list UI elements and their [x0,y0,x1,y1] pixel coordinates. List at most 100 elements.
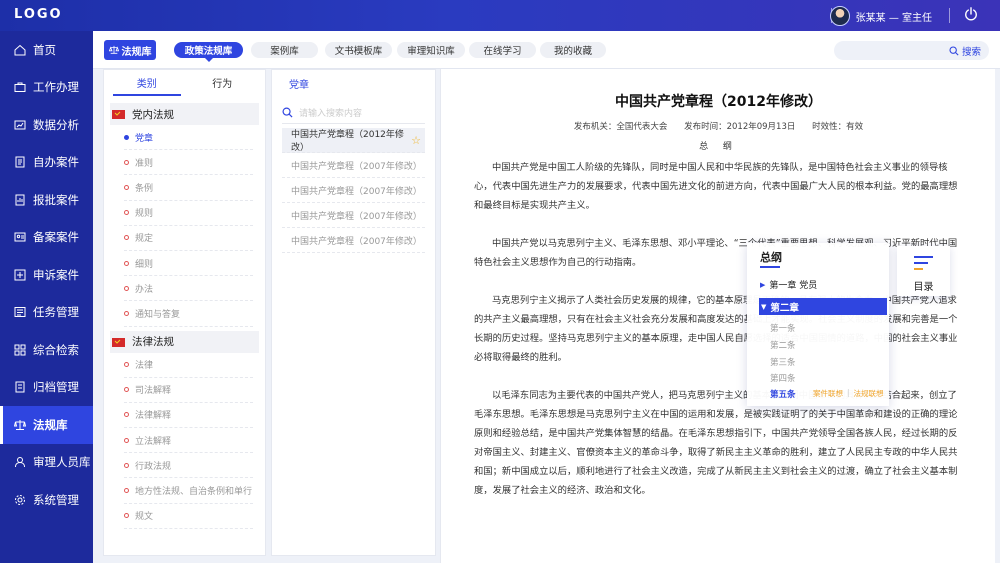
bullet-icon [124,235,129,241]
outline-article[interactable]: 第一条 [770,322,796,334]
power-icon[interactable] [964,7,978,21]
law-association-link[interactable]: 法规联想 [854,388,884,399]
caret-down-icon: ▼ [761,302,767,311]
category-item-label: 规定 [135,234,154,245]
library-button[interactable]: 法规库 [104,40,156,60]
sidebar-item[interactable]: 报批案件 [0,181,93,219]
list-item[interactable]: 中国共产党章程（2007年修改） [282,228,425,253]
search-input[interactable]: 搜索 [834,41,989,60]
outline-article[interactable]: 第三条 [770,356,796,368]
bullet-icon [124,134,129,140]
library-button-label: 法规库 [121,46,152,58]
sidebar-item[interactable]: 首页 [0,31,93,69]
category-item[interactable]: 法律 [124,353,253,378]
sidebar-item[interactable]: 自办案件 [0,144,93,182]
category-panel: 类别 行为 党内法规党章准则条例 规则规定细则 办法通知与答复法律法规法律司法解释法… [103,69,266,556]
tab-label: 在线学习 [483,46,522,57]
category-tabs: 类别 行为 [104,70,265,100]
scale-icon [108,45,119,54]
category-item[interactable]: 办法 [124,276,253,302]
tab-template-library[interactable]: 文书模板库 [325,42,392,58]
toc-icon [914,256,933,270]
toc-button[interactable]: 目录 [897,246,950,296]
user-name: 张某某 — 室主任 [855,12,932,24]
sidebar-item-label: 首页 [33,42,56,57]
tab-policy-library[interactable]: 政策法规库 [174,42,243,62]
list-item[interactable]: 中国共产党章程（2012年修改） ☆ [282,128,425,153]
category-item[interactable]: 立法解释 [124,428,253,454]
outline-chapter-1[interactable]: ▶ 第一章 党员 [760,278,818,292]
category-item-label: 准则 [135,158,154,169]
gear-icon [15,494,25,505]
sidebar-item[interactable]: 系统管理 [0,481,93,519]
sidebar-item[interactable]: 综合检索 [0,331,93,369]
list-item[interactable]: 中国共产党章程（2007年修改） [282,153,425,178]
tab-behavior[interactable]: 行为 [185,70,261,100]
user-profile[interactable]: 张某某 — 室主任 [829,6,932,26]
section-title: 总 纲 [699,142,738,152]
list-item-title: 中国共产党章程（2007年修改） [291,211,422,222]
outline-article[interactable]: 第四条 [770,372,796,384]
list-title: 党章 [289,80,309,91]
category-item-label: 司法解释 [135,386,172,397]
validity: 时效性：有效 [812,122,864,132]
favorite-star-icon[interactable]: ☆ [411,134,421,147]
sidebar-item[interactable]: 备案案件 [0,219,93,257]
category-item[interactable]: 党章 [124,125,253,151]
category-item[interactable]: 司法解释 [124,378,253,403]
tab-label: 文书模板库 [334,46,383,57]
tab-knowledge-library[interactable]: 审理知识库 [397,42,465,58]
category-item[interactable]: 地方性法规、自治条例和单行 [124,478,253,504]
document-list: 中国共产党章程（2012年修改） ☆ 中国共产党章程（2007年修改） 中国共产党章程… [272,128,435,253]
case-association-link[interactable]: 案件联想 [813,388,843,399]
search-label: 搜索 [961,46,981,58]
toc-label: 目录 [913,282,934,293]
avatar[interactable] [829,6,850,26]
list-search-input[interactable]: 请输入搜索内容 [282,102,425,124]
sidebar-item[interactable]: 审理人员库 [0,444,93,482]
category-group-title: 党内法规 [132,108,174,121]
category-group-title: 法律法规 [132,336,174,348]
list-item[interactable]: 中国共产党章程（2007年修改） [282,178,425,203]
category-item[interactable]: 行政法规 [124,453,253,479]
appeal-icon [14,269,26,281]
category-item-label: 规文 [135,512,154,523]
category-item[interactable]: 条例 [124,175,253,201]
sidebar-item-label: 审理人员库 [33,455,91,470]
bullet-icon [124,362,129,368]
sidebar-item[interactable]: 任务管理 [0,294,93,332]
sidebar-item[interactable]: 法规库 [0,406,93,444]
tab-favorites[interactable]: 我的收藏 [540,42,606,58]
sidebar-item[interactable]: 工作办理 [0,69,93,107]
tab-case-library[interactable]: 案例库 [251,42,318,58]
outline-article[interactable]: 第二条 [770,339,796,351]
tab-label: 政策法规库 [184,46,233,57]
archive-icon [15,381,25,393]
sidebar-item[interactable]: 数据分析 [0,106,93,144]
sidebar-item[interactable]: 归档管理 [0,369,93,407]
category-group-header[interactable]: 党内法规 [110,103,259,125]
bullet-icon [124,462,129,468]
category-item-label: 党章 [135,133,154,144]
category-item[interactable]: 规文 [124,504,253,529]
category-item[interactable]: 规定 [124,226,253,251]
tab-label: 审理知识库 [407,46,455,57]
category-item-label: 通知与答复 [135,309,181,320]
tab-category[interactable]: 类别 [109,70,185,100]
list-item[interactable]: 中国共产党章程（2007年修改） [282,203,425,228]
logo: LOGO [14,7,63,22]
sidebar-item-label: 综合检索 [33,342,79,357]
category-item[interactable]: 细则 [124,251,253,277]
category-item[interactable]: 规则 [124,201,253,226]
category-item[interactable]: 通知与答复 [124,301,253,327]
outline-chapter-2[interactable]: ▼ 第二章 [759,298,887,315]
sidebar-item[interactable]: 申诉案件 [0,256,93,294]
tab-online-learning[interactable]: 在线学习 [469,42,536,58]
category-item[interactable]: 法律解释 [124,403,253,429]
category-item[interactable]: 准则 [124,150,253,176]
home-icon [14,44,26,56]
chapter-label: 第一章 党员 [769,281,818,291]
category-group-header[interactable]: 法律法规 [110,330,259,353]
document-list-panel: 党章 请输入搜索内容 中国共产党章程（2012年修改） ☆ 中国共产党章程（2007… [271,69,436,556]
outline-article-active[interactable]: 第五条 [770,388,796,400]
